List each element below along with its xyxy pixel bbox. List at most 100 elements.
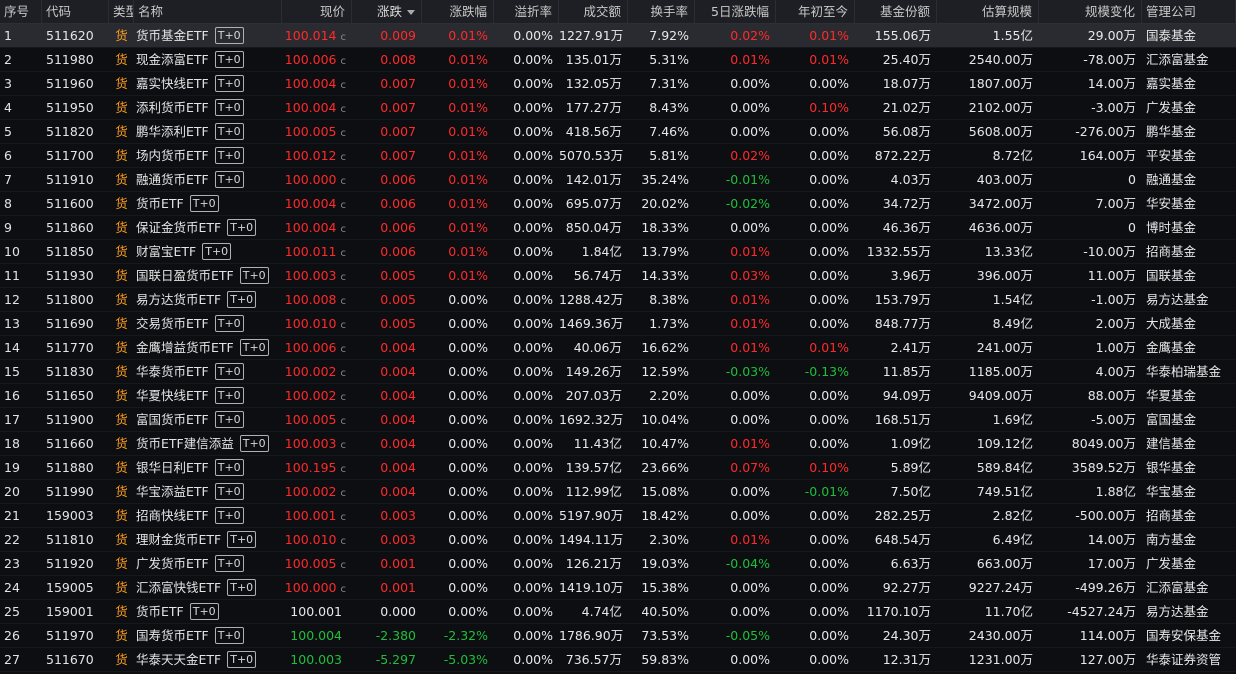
scale-change: 88.00万	[1087, 388, 1136, 403]
fund-shares: 2.41万	[890, 340, 931, 355]
col-header-price[interactable]: 现价	[282, 0, 352, 23]
turnover-rate: 8.38%	[649, 292, 689, 307]
estimated-scale: 589.84亿	[976, 460, 1033, 475]
col-header-name[interactable]: 名称	[134, 0, 282, 23]
table-row[interactable]: 9 511860 货保证金货币ETF T+0 100.004 c 0.006 0.01% 0.0…	[0, 216, 1236, 240]
table-row[interactable]: 6 511700 货场内货币ETF T+0 100.012 c 0.007 0.01% 0.00…	[0, 144, 1236, 168]
price-cell: 100.012 c	[282, 144, 352, 167]
premium-rate: 0.00%	[513, 532, 553, 547]
table-row[interactable]: 13 511690 货交易货币ETF T+0 100.010 c 0.005 0.00% 0.0…	[0, 312, 1236, 336]
fund-name-cell: 华泰货币ETF T+0	[134, 360, 282, 383]
table-row[interactable]: 12 511800 货易方达货币ETF T+0 100.008 c 0.005 0.00% 0.…	[0, 288, 1236, 312]
t0-badge: T+0	[202, 243, 232, 260]
row-index: 11	[4, 268, 20, 283]
col-header-change-pct[interactable]: 涨跌幅	[422, 0, 494, 23]
row-index: 2	[4, 52, 12, 67]
change-pct: 0.01%	[448, 268, 488, 283]
scale-change: -5.00万	[1091, 412, 1136, 427]
table-row[interactable]: 21 159003 货招商快线ETF T+0 100.001 c 0.003 0.00% 0.0…	[0, 504, 1236, 528]
premium-rate: 0.00%	[513, 244, 553, 259]
c-marker: c	[340, 80, 347, 91]
table-row[interactable]: 10 511850 货财富宝ETF T+0 100.011 c 0.006 0.01% 0.00…	[0, 240, 1236, 264]
price: 100.008	[284, 292, 337, 307]
t0-badge: T+0	[239, 435, 269, 452]
fund-name-cell: 富国货币ETF T+0	[134, 408, 282, 431]
col-header-5day[interactable]: 5日涨跌幅	[695, 0, 776, 23]
fund-type: 货	[115, 604, 128, 619]
turnover-rate: 14.33%	[641, 268, 689, 283]
table-row[interactable]: 8 511600 货货币ETF T+0 100.004 c 0.006 0.01% 0.00% 6…	[0, 192, 1236, 216]
five-day-change: 0.00%	[730, 604, 770, 619]
fund-shares: 18.07万	[882, 76, 931, 91]
col-header-manager[interactable]: 管理公司	[1142, 0, 1236, 23]
row-index: 12	[4, 292, 20, 307]
turnover-rate: 59.83%	[641, 652, 689, 667]
t0-badge: T+0	[239, 339, 269, 356]
table-row[interactable]: 26 511970 货国寿货币ETF T+0 100.004 -2.380 -2.32% 0.…	[0, 624, 1236, 648]
col-header-change-label: 涨跌	[376, 4, 402, 19]
table-row[interactable]: 23 511920 货广发货币ETF T+0 100.005 c 0.001 0.00% 0.0…	[0, 552, 1236, 576]
trade-amount: 126.21万	[565, 556, 622, 571]
col-header-shares[interactable]: 基金份额	[855, 0, 937, 23]
table-row[interactable]: 17 511900 货富国货币ETF T+0 100.005 c 0.004 0.00% 0.0…	[0, 408, 1236, 432]
table-row[interactable]: 20 511990 货华宝添益ETF T+0 100.002 c 0.004 0.00% 0.0…	[0, 480, 1236, 504]
table-row[interactable]: 18 511660 货货币ETF建信添益 T+0 100.003 c 0.004 0.00% 0…	[0, 432, 1236, 456]
turnover-rate: 23.66%	[641, 460, 689, 475]
col-header-code[interactable]: 代码	[42, 0, 109, 23]
price-cell: 100.000 c	[282, 168, 352, 191]
table-row[interactable]: 1 511620 货货币基金ETF T+0 100.014 c 0.009 0.01% 0.00…	[0, 24, 1236, 48]
table-row[interactable]: 16 511650 货华夏快线ETF T+0 100.002 c 0.004 0.00% 0.0…	[0, 384, 1236, 408]
fund-shares: 24.30万	[882, 628, 931, 643]
fund-shares: 12.31万	[882, 652, 931, 667]
change: 0.004	[380, 436, 416, 451]
manager: 国寿安保基金	[1146, 628, 1222, 643]
col-header-type[interactable]: 类型	[109, 0, 134, 23]
t0-badge: T+0	[214, 147, 244, 164]
fund-code: 511880	[46, 460, 94, 475]
ytd-change: 0.00%	[809, 124, 849, 139]
table-row[interactable]: 7 511910 货融通货币ETF T+0 100.000 c 0.006 0.01% 0.00…	[0, 168, 1236, 192]
table-row[interactable]: 24 159005 货汇添富快钱ETF T+0 100.000 c 0.001 0.00% 0.…	[0, 576, 1236, 600]
col-header-change[interactable]: 涨跌	[352, 0, 422, 23]
change-pct: 0.01%	[448, 196, 488, 211]
col-header-scale[interactable]: 估算规模	[937, 0, 1039, 23]
col-header-turnover[interactable]: 换手率	[628, 0, 695, 23]
table-row[interactable]: 4 511950 货添利货币ETF T+0 100.004 c 0.007 0.01% 0.00…	[0, 96, 1236, 120]
price-cell: 100.014 c	[282, 24, 352, 47]
row-index: 5	[4, 124, 12, 139]
scale-change: -500.00万	[1075, 508, 1136, 523]
table-row[interactable]: 25 159001 货货币ETF T+0 100.001 0.000 0.00% 0.00% 4…	[0, 600, 1236, 624]
change: 0.006	[380, 220, 416, 235]
table-row[interactable]: 27 511670 货华泰天天金ETF T+0 100.003 -5.297 -5.03% 0…	[0, 648, 1236, 672]
change: 0.004	[380, 388, 416, 403]
col-header-index[interactable]: 序号	[0, 0, 42, 23]
trade-amount: 736.57万	[565, 652, 622, 667]
scale-change: 0	[1128, 172, 1136, 187]
col-header-scale-change[interactable]: 规模变化	[1039, 0, 1142, 23]
table-row[interactable]: 22 511810 货理财金货币ETF T+0 100.010 c 0.003 0.00% 0.…	[0, 528, 1236, 552]
estimated-scale: 13.33亿	[984, 244, 1033, 259]
table-row[interactable]: 15 511830 货华泰货币ETF T+0 100.002 c 0.004 0.00% 0.0…	[0, 360, 1236, 384]
change: 0.006	[380, 244, 416, 259]
col-header-amount[interactable]: 成交额	[559, 0, 628, 23]
price: 100.003	[284, 436, 337, 451]
table-row[interactable]: 19 511880 货银华日利ETF T+0 100.195 c 0.004 0.00% 0.0…	[0, 456, 1236, 480]
table-row[interactable]: 11 511930 货国联日盈货币ETF T+0 100.003 c 0.005 0.01% 0…	[0, 264, 1236, 288]
manager: 富国基金	[1146, 412, 1197, 427]
fund-shares: 1.09亿	[890, 436, 931, 451]
table-row[interactable]: 3 511960 货嘉实快线ETF T+0 100.004 c 0.007 0.01% 0.00…	[0, 72, 1236, 96]
col-header-ytd[interactable]: 年初至今	[776, 0, 855, 23]
table-row[interactable]: 5 511820 货鹏华添利ETF T+0 100.005 c 0.007 0.01% 0.00…	[0, 120, 1236, 144]
col-header-premium[interactable]: 溢折率	[494, 0, 559, 23]
table-row[interactable]: 2 511980 货现金添富ETF T+0 100.006 c 0.008 0.01% 0.00…	[0, 48, 1236, 72]
c-marker: c	[340, 368, 347, 379]
fund-name: 现金添富ETF	[136, 52, 209, 67]
fund-type: 货	[115, 532, 128, 547]
ytd-change: 0.00%	[809, 436, 849, 451]
t0-badge: T+0	[214, 387, 244, 404]
ytd-change: 0.01%	[809, 52, 849, 67]
fund-name: 华夏快线ETF	[136, 388, 209, 403]
turnover-rate: 10.04%	[641, 412, 689, 427]
fund-name-cell: 货币ETF T+0	[134, 600, 282, 623]
table-row[interactable]: 14 511770 货金鹰增益货币ETF T+0 100.006 c 0.004 0.00% 0…	[0, 336, 1236, 360]
